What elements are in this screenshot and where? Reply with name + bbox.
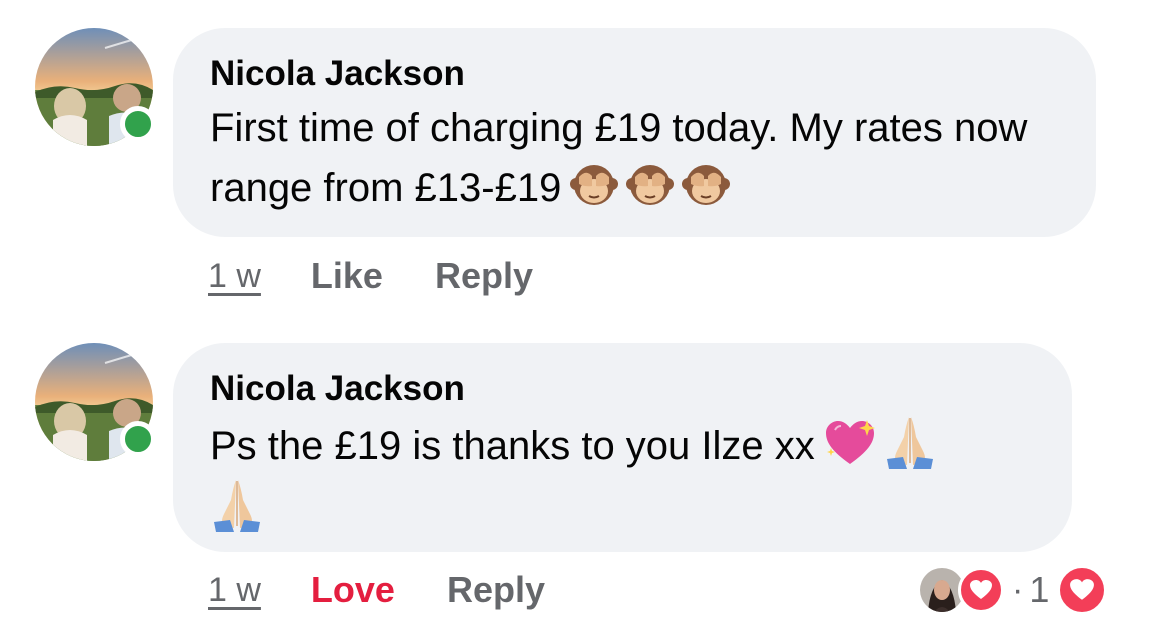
love-button[interactable]: Love [311, 569, 395, 611]
folded-hands-icon [883, 413, 937, 471]
love-reaction-icon [958, 567, 1004, 613]
reply-button[interactable]: Reply [435, 255, 533, 297]
online-status-dot [120, 106, 156, 142]
reaction-summary[interactable]: · 1 [918, 565, 1108, 615]
see-no-evil-monkey-icon [681, 160, 731, 210]
comment-actions: 1 w Like Reply [208, 255, 533, 297]
comment-text: Ps the £19 is thanks to you Ilze xx [210, 413, 1036, 539]
like-button[interactable]: Like [311, 255, 383, 297]
comment-text: First time of charging £19 today. My rat… [210, 98, 1060, 218]
love-reaction-icon [1057, 565, 1108, 615]
heart-icon [1070, 579, 1095, 600]
sparkling-heart-icon [823, 418, 877, 468]
reply-button[interactable]: Reply [447, 569, 545, 611]
online-status-dot [120, 421, 156, 457]
comment-author[interactable]: Nicola Jackson [210, 52, 1060, 96]
comment-author[interactable]: Nicola Jackson [210, 367, 1036, 411]
heart-icon [970, 580, 992, 599]
comment-actions: 1 w Love Reply [208, 569, 545, 611]
comment-bubble: Nicola Jackson First time of charging £1… [173, 28, 1096, 237]
see-no-evil-monkey-icon [625, 160, 675, 210]
comment-bubble: Nicola Jackson Ps the £19 is thanks to y… [173, 343, 1072, 552]
see-no-evil-monkey-icon [569, 160, 619, 210]
comment-timestamp[interactable]: 1 w [208, 571, 261, 610]
comment-timestamp[interactable]: 1 w [208, 257, 261, 296]
reaction-separator: · [1012, 570, 1024, 609]
comment-text-body: Ps the £19 is thanks to you Ilze xx [210, 424, 815, 468]
avatar[interactable] [35, 343, 156, 461]
reaction-count: 1 [1029, 569, 1050, 610]
folded-hands-icon [210, 476, 264, 534]
avatar[interactable] [35, 28, 156, 146]
